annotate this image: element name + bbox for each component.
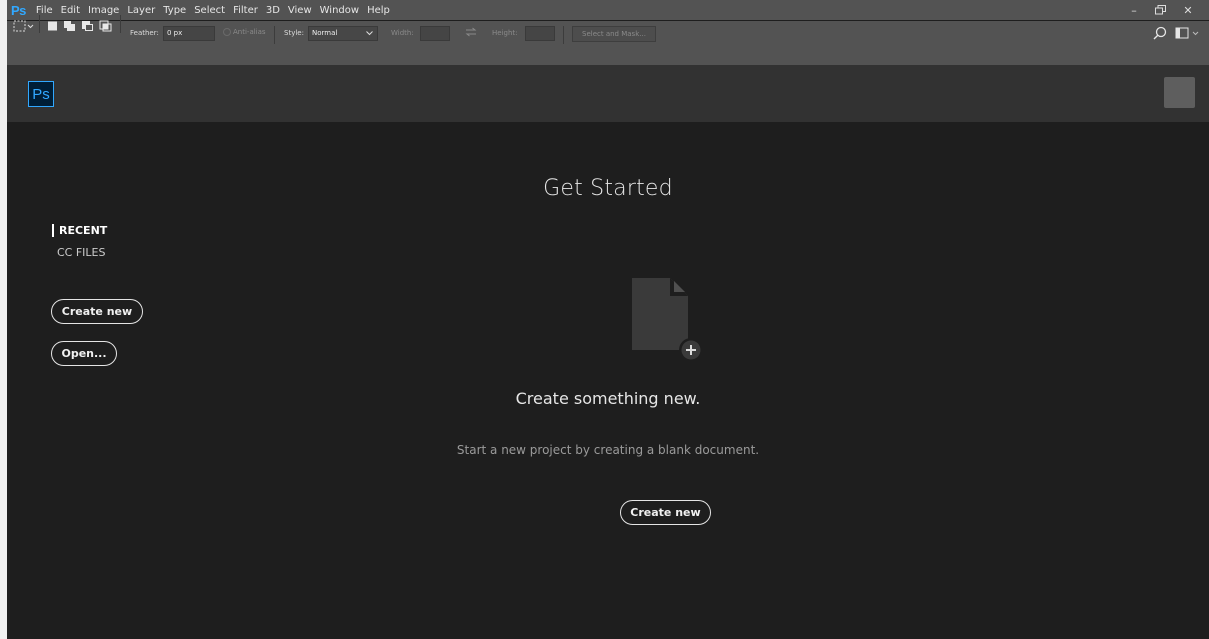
width-label: Width: (391, 29, 414, 37)
anti-alias-checkbox[interactable]: Anti-alias (223, 28, 266, 36)
menu-window[interactable]: Window (320, 5, 359, 16)
subtext: Start a new project by creating a blank … (456, 443, 760, 457)
menu-bar: Ps File Edit Image Layer Type Select Fil… (7, 0, 1209, 20)
style-select[interactable]: Normal (308, 26, 378, 41)
feather-input[interactable]: 0 px (163, 26, 215, 41)
sidebar-item-recent[interactable]: RECENT (52, 224, 107, 237)
rectangular-marquee-icon[interactable] (13, 20, 35, 32)
options-bar: Feather: 0 px Anti-alias Style: Normal W… (7, 15, 1209, 65)
checkbox-icon (223, 28, 231, 36)
style-value: Normal (312, 29, 338, 37)
divider (274, 26, 275, 44)
menu-image[interactable]: Image (88, 5, 119, 16)
photoshop-window: Ps File Edit Image Layer Type Select Fil… (7, 0, 1209, 639)
feather-label: Feather: (130, 29, 159, 37)
style-label: Style: (284, 29, 304, 37)
page-title: Get Started (543, 176, 673, 201)
divider (563, 26, 564, 44)
search-icon[interactable] (1153, 26, 1167, 40)
chevron-down-icon (366, 31, 373, 36)
workspace-switcher-icon[interactable] (1175, 27, 1201, 39)
close-window-button[interactable]: ✕ (1175, 0, 1201, 20)
menu-file[interactable]: File (36, 5, 53, 16)
menu-3d[interactable]: 3D (266, 5, 280, 16)
headline: Create something new. (515, 389, 701, 408)
sidebar-item-cc-files[interactable]: CC FILES (57, 246, 106, 259)
restore-button[interactable] (1147, 0, 1173, 20)
subtract-from-selection-icon[interactable] (81, 20, 94, 32)
sidebar-create-new-button[interactable]: Create new (51, 299, 143, 324)
minimize-button[interactable]: – (1121, 0, 1147, 20)
menu-help[interactable]: Help (367, 5, 390, 16)
avatar[interactable] (1164, 77, 1195, 108)
menu-select[interactable]: Select (194, 5, 225, 16)
select-and-mask-button[interactable]: Select and Mask... (572, 26, 656, 42)
home-header: Ps (7, 65, 1209, 122)
menu-view[interactable]: View (288, 5, 312, 16)
menu-filter[interactable]: Filter (233, 5, 258, 16)
menu-type[interactable]: Type (163, 5, 186, 16)
intersect-selection-icon[interactable] (99, 20, 112, 32)
height-input[interactable] (525, 26, 555, 41)
height-label: Height: (492, 29, 518, 37)
menu-edit[interactable]: Edit (61, 5, 80, 16)
anti-alias-label: Anti-alias (233, 28, 266, 36)
new-document-icon (632, 278, 703, 362)
restore-icon (1154, 5, 1166, 15)
divider (120, 15, 121, 33)
photoshop-logo: Ps (28, 81, 54, 107)
open-button[interactable]: Open... (51, 341, 117, 366)
new-selection-icon[interactable] (47, 20, 58, 32)
width-input[interactable] (420, 26, 450, 41)
swap-icon[interactable] (465, 27, 477, 37)
divider (39, 15, 40, 33)
app-logo-small: Ps (11, 2, 26, 18)
menu-layer[interactable]: Layer (127, 5, 155, 16)
main-create-new-button[interactable]: Create new (620, 500, 711, 525)
add-to-selection-icon[interactable] (63, 20, 76, 32)
